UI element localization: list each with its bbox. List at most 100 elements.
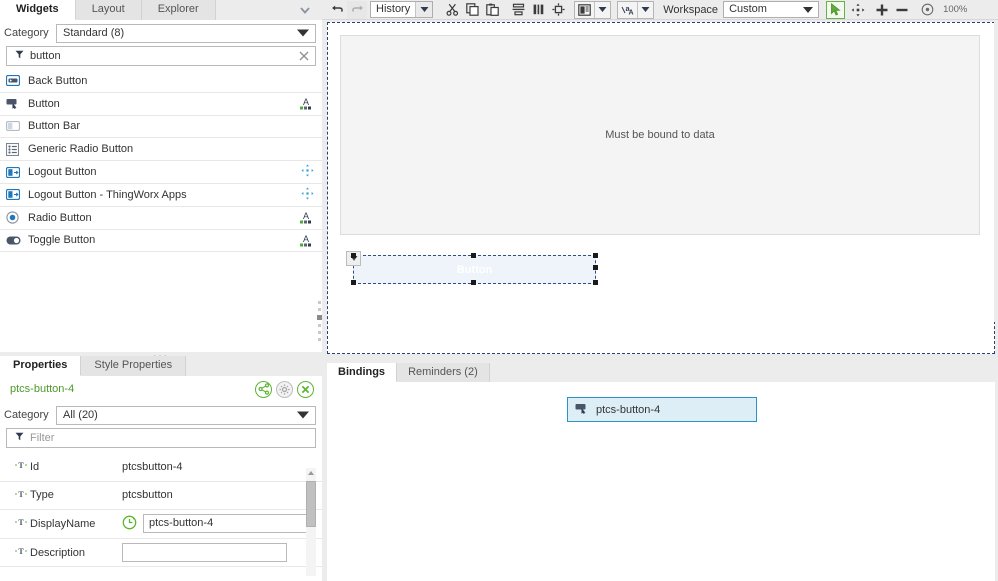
list-item[interactable]: Button Bar — [0, 116, 322, 139]
properties-scrollbar[interactable] — [306, 468, 316, 576]
resize-handle-s[interactable] — [471, 280, 476, 285]
grip-dot — [317, 308, 321, 311]
funnel-icon — [15, 432, 24, 444]
property-row-displayname: T DisplayName ptcs-button-4 — [0, 510, 322, 539]
tab-bindings[interactable]: Bindings — [327, 363, 398, 382]
close-icon[interactable] — [297, 380, 314, 398]
close-icon[interactable] — [298, 50, 310, 62]
scrollbar-thumb[interactable] — [306, 481, 316, 527]
properties-panel: Properties Style Properties ptcs-button-… — [0, 356, 322, 581]
chevron-down-icon[interactable] — [298, 3, 312, 17]
redo-icon[interactable] — [347, 0, 367, 19]
target-icon[interactable] — [917, 1, 937, 19]
tab-layout[interactable]: Layout — [75, 0, 142, 20]
tab-bindings-label: Bindings — [338, 366, 386, 378]
svg-text:A: A — [303, 234, 309, 244]
caret-down-icon[interactable] — [594, 1, 610, 18]
move-cross-icon[interactable] — [848, 1, 868, 19]
property-category-select[interactable]: All (20) — [56, 405, 316, 425]
theme-text-icon[interactable]: aA — [618, 2, 637, 18]
selected-button-widget[interactable]: Button — [346, 251, 598, 285]
svg-text:A: A — [628, 9, 633, 16]
svg-text:A: A — [303, 97, 309, 107]
tab-widgets[interactable]: Widgets — [0, 0, 76, 20]
widget-category-select[interactable]: Standard (8) — [56, 23, 316, 43]
workspace-select[interactable]: Custom — [723, 1, 820, 18]
theme-split-button[interactable]: aA — [617, 0, 655, 19]
svg-text:T: T — [18, 518, 24, 527]
zoom-level-label: 100% — [943, 4, 968, 15]
list-item-label: Button Bar — [28, 120, 80, 133]
tab-style-properties[interactable]: Style Properties — [81, 356, 187, 376]
caret-down-icon — [297, 29, 309, 37]
plus-icon[interactable] — [872, 1, 892, 19]
tab-properties-label: Properties — [13, 359, 68, 371]
tab-reminders[interactable]: Reminders (2) — [397, 363, 490, 382]
property-filter-input[interactable]: Filter — [6, 428, 316, 448]
resize-handle-e[interactable] — [593, 265, 598, 270]
svg-text:T: T — [18, 547, 24, 556]
description-input[interactable] — [122, 543, 287, 563]
distribute-vertical-icon[interactable] — [528, 1, 548, 19]
button-bar-widget-icon — [6, 119, 24, 133]
caret-down-icon[interactable] — [415, 2, 433, 17]
history-dropdown[interactable]: History — [370, 1, 434, 18]
undo-icon[interactable] — [327, 1, 347, 19]
paste-icon[interactable] — [482, 1, 502, 19]
resize-handle-se[interactable] — [593, 280, 598, 285]
text-type-icon: T — [14, 489, 30, 502]
cursor-arrow-icon[interactable] — [826, 0, 846, 19]
tab-explorer-label: Explorer — [157, 3, 199, 15]
widget-category-row: Category Standard (8) — [0, 20, 322, 46]
minus-icon[interactable] — [892, 1, 912, 19]
list-item-label: Button — [28, 97, 60, 110]
list-item-label: Generic Radio Button — [28, 143, 134, 156]
list-item-label: Toggle Button — [28, 234, 96, 247]
resize-handle-nw[interactable] — [351, 253, 356, 258]
property-rows: T Id ptcsbutton-4 T Type ptcsbutton T Di… — [0, 453, 322, 568]
list-item[interactable]: Generic Radio Button — [0, 138, 322, 162]
main-toolbar: History a A Workspace Custom 100% — [322, 0, 998, 20]
tab-properties[interactable]: Properties — [0, 356, 82, 376]
binding-node[interactable]: ptcs-button-4 — [567, 397, 757, 422]
scissors-icon[interactable] — [442, 1, 462, 19]
selected-widget-row: ptcs-button-4 — [0, 376, 322, 402]
scroll-up-arrow-icon[interactable] — [307, 468, 315, 480]
mashup-container-widget[interactable]: Must be bound to data — [340, 35, 980, 235]
logout-button-thingworx-apps-widget-icon — [6, 188, 24, 202]
widgets-panel: Widgets Layout Explorer Category Standar… — [0, 0, 322, 352]
list-item[interactable]: Back Button — [0, 70, 322, 93]
caret-down-icon[interactable] — [637, 1, 653, 18]
list-item[interactable]: Logout Button - ThingWorx Apps — [0, 184, 322, 207]
back-button-widget-icon — [6, 74, 24, 88]
grip-dot — [317, 324, 321, 327]
list-item[interactable]: Button A — [0, 93, 322, 116]
property-row-id: T Id ptcsbutton-4 — [0, 453, 322, 482]
property-category-label: Category — [4, 409, 49, 421]
widget-list: Back Button Button A Button Bar Generic … — [0, 70, 322, 253]
property-name: DisplayName — [30, 517, 96, 530]
gear-icon[interactable] — [276, 380, 293, 398]
resize-handle-n[interactable] — [471, 253, 476, 258]
mashup-canvas[interactable]: Must be bound to data Button — [327, 22, 995, 354]
refresh-icon[interactable] — [122, 515, 137, 533]
layout-split-button[interactable] — [574, 0, 612, 19]
fit-to-size-icon[interactable] — [548, 1, 568, 19]
widget-filter-input[interactable]: button — [6, 46, 316, 66]
resize-handle-ne[interactable] — [593, 253, 598, 258]
list-item[interactable]: Radio Button A — [0, 207, 322, 230]
bindings-canvas[interactable]: ptcs-button-4 — [327, 382, 995, 581]
list-item[interactable]: Toggle Button A — [0, 230, 322, 253]
displayname-input[interactable]: ptcs-button-4 — [143, 514, 308, 534]
widget-category-label: Category — [4, 27, 49, 39]
bind-icon[interactable] — [255, 380, 272, 398]
align-horizontal-icon[interactable] — [508, 1, 528, 19]
copy-icon[interactable] — [462, 1, 482, 19]
list-item[interactable]: Logout Button — [0, 161, 322, 184]
style-theme-icon: A — [298, 210, 314, 229]
toggle-button-widget-icon — [6, 233, 24, 247]
tab-explorer[interactable]: Explorer — [141, 0, 216, 20]
resize-handle-sw[interactable] — [351, 280, 356, 285]
layout-icon[interactable] — [575, 2, 594, 18]
funnel-icon — [15, 50, 24, 62]
